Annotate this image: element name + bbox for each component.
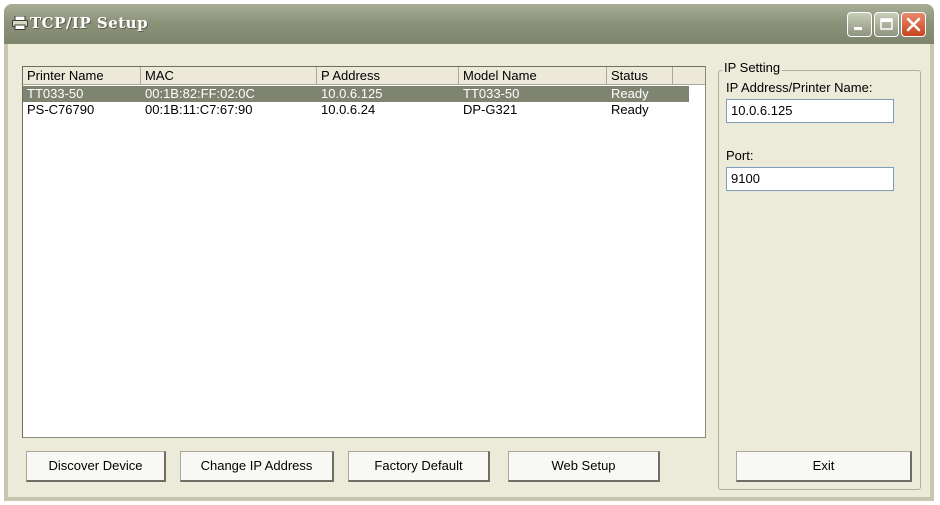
cell-model-name: TT033-50 xyxy=(463,86,520,101)
cell-status: Ready xyxy=(611,86,649,101)
cell-mac: 00:1B:82:FF:02:0C xyxy=(145,86,255,101)
port-field[interactable]: 9100 xyxy=(726,167,894,191)
minimize-icon xyxy=(854,27,862,30)
cell-printer-name: TT033-50 xyxy=(27,86,84,101)
cell-status: Ready xyxy=(611,102,649,117)
minimize-button[interactable] xyxy=(847,12,872,37)
cell-model-name: DP-G321 xyxy=(463,102,518,117)
web-setup-button[interactable]: Web Setup xyxy=(508,451,660,482)
column-header-printer-name[interactable]: Printer Name xyxy=(23,67,141,85)
ip-address-field[interactable]: 10.0.6.125 xyxy=(726,99,894,123)
exit-button[interactable]: Exit xyxy=(736,451,912,482)
tcpip-setup-window: TCP/IP Setup Printer Name MAC P Address … xyxy=(4,4,934,501)
window-title: TCP/IP Setup xyxy=(30,14,149,32)
table-row[interactable]: TT033-50 00:1B:82:FF:02:0C 10.0.6.125 TT… xyxy=(23,86,689,102)
cell-mac: 00:1B:11:C7:67:90 xyxy=(145,102,253,117)
maximize-button[interactable] xyxy=(874,12,899,37)
close-icon xyxy=(906,17,921,32)
maximize-icon xyxy=(880,18,893,30)
cell-ip-address: 10.0.6.24 xyxy=(321,102,376,117)
printer-icon xyxy=(12,15,28,30)
ip-address-label: IP Address/Printer Name: xyxy=(726,80,873,95)
cell-printer-name: PS-C76790 xyxy=(27,102,95,117)
ip-setting-legend: IP Setting xyxy=(722,60,783,75)
close-button[interactable] xyxy=(901,12,926,37)
port-label: Port: xyxy=(726,148,754,163)
title-bar[interactable]: TCP/IP Setup xyxy=(4,4,934,44)
column-header-model-name[interactable]: Model Name xyxy=(459,67,607,85)
cell-ip-address: 10.0.6.125 xyxy=(321,86,383,101)
column-header-ip-address[interactable]: P Address xyxy=(317,67,459,85)
change-ip-address-button[interactable]: Change IP Address xyxy=(180,451,334,482)
column-header-status[interactable]: Status xyxy=(607,67,673,85)
factory-default-button[interactable]: Factory Default xyxy=(348,451,490,482)
column-header-mac[interactable]: MAC xyxy=(141,67,317,85)
ip-setting-group xyxy=(718,70,921,490)
table-row[interactable]: PS-C76790 00:1B:11:C7:67:90 10.0.6.24 DP… xyxy=(23,102,689,118)
dialog-client-area: Printer Name MAC P Address Model Name St… xyxy=(8,44,930,497)
printer-list[interactable]: Printer Name MAC P Address Model Name St… xyxy=(22,66,706,438)
column-header-filler xyxy=(673,67,705,85)
discover-device-button[interactable]: Discover Device xyxy=(26,451,166,482)
